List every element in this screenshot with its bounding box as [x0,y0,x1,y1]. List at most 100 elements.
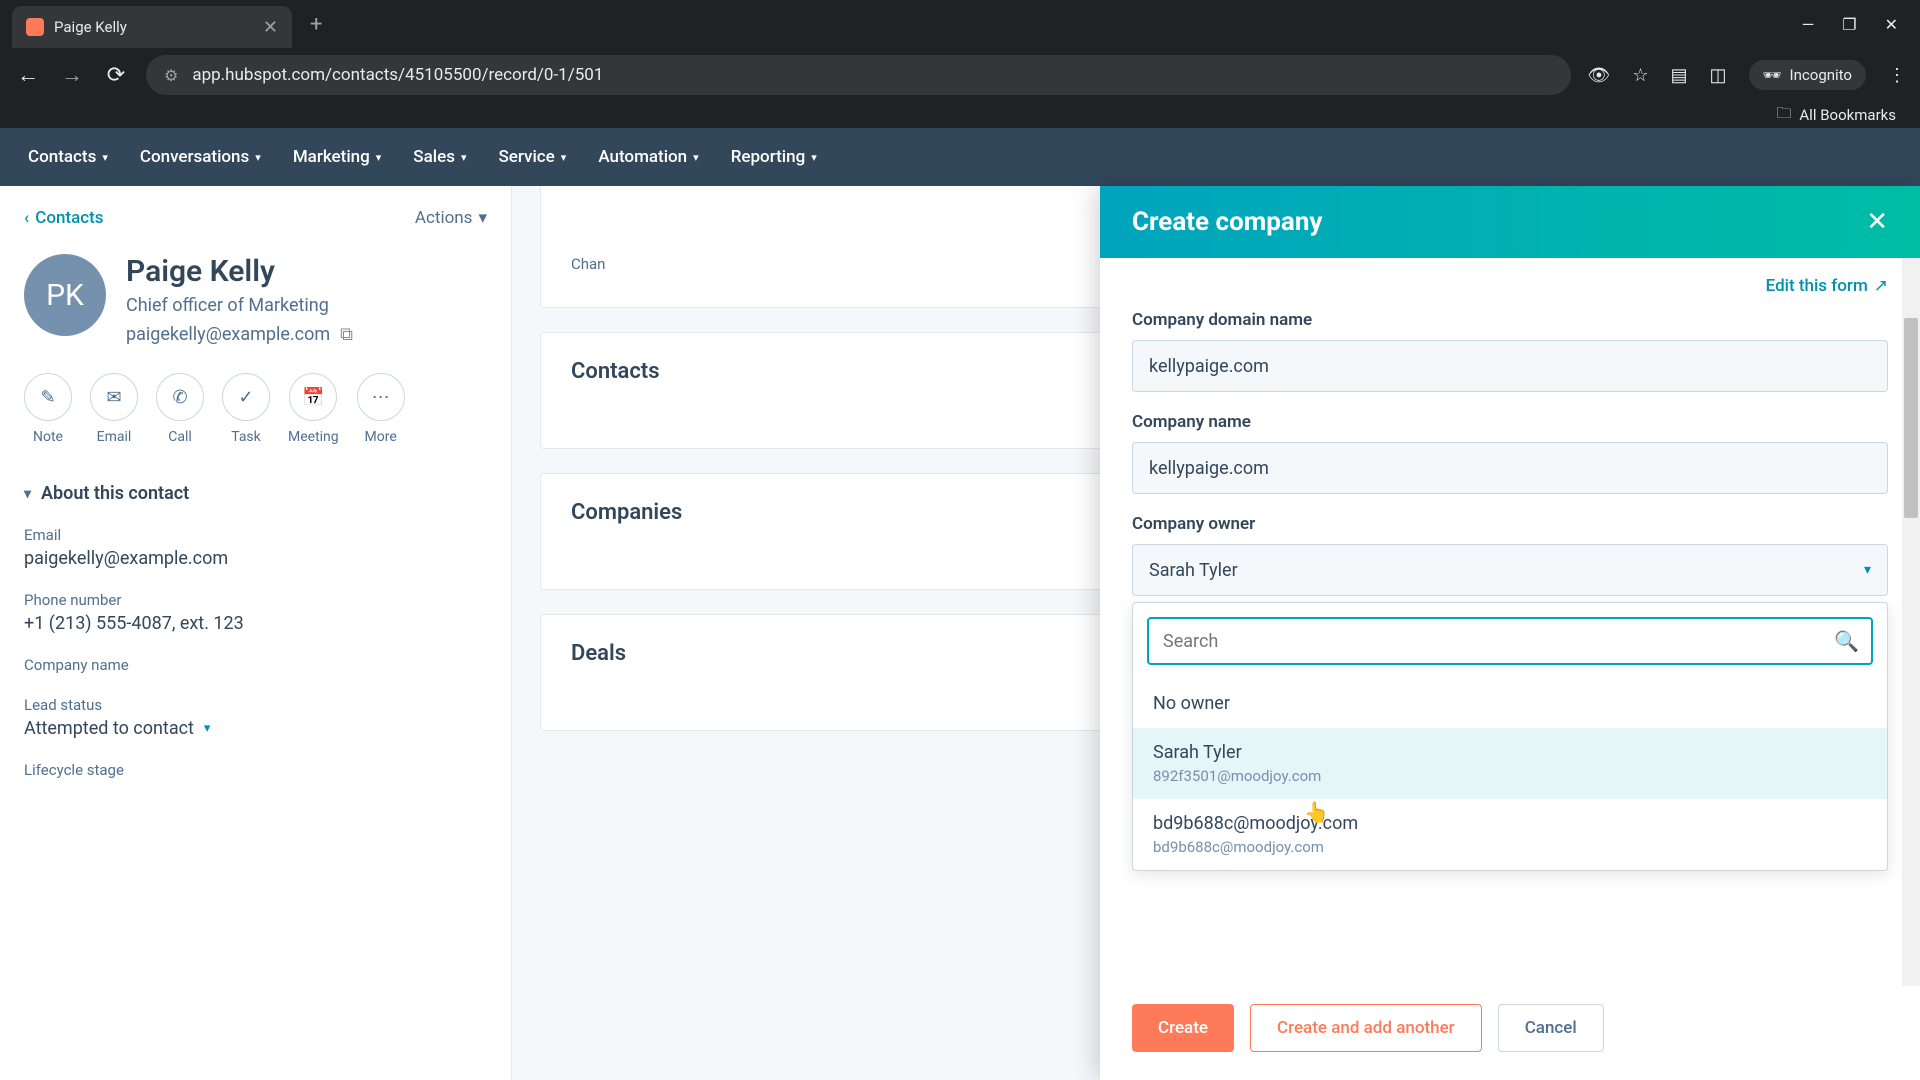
main-layout: ‹ Contacts Actions ▾ PK Paige Kelly Chie… [0,186,1920,1080]
owner-option-bd9[interactable]: bd9b688c@moodjoy.com bd9b688c@moodjoy.co… [1133,799,1887,870]
nav-conversations[interactable]: Conversations▾ [140,147,261,167]
chevron-down-icon: ▾ [204,721,211,736]
minimize-icon[interactable]: ― [1802,15,1815,34]
panel-footer: Create Create and add another Cancel [1100,986,1920,1080]
chevron-down-icon: ▾ [1864,562,1871,578]
domain-label: Company domain name [1132,310,1888,330]
contact-sidebar: ‹ Contacts Actions ▾ PK Paige Kelly Chie… [0,186,512,1080]
note-button[interactable]: ✎Note [24,373,72,445]
browser-toolbar: ← → ⟳ ⚙ app.hubspot.com/contacts/4510550… [0,48,1920,102]
owner-option-sarah[interactable]: Sarah Tyler 892f3501@moodjoy.com [1133,728,1887,799]
contact-title: Chief officer of Marketing [126,295,353,316]
owner-option-none[interactable]: No owner [1133,679,1887,728]
scrollbar-thumb[interactable] [1904,318,1918,518]
all-bookmarks-link[interactable]: All Bookmarks [1799,106,1896,124]
chevron-down-icon: ▾ [24,486,31,502]
close-panel-icon[interactable]: ✕ [1866,207,1888,237]
chevron-down-icon: ▾ [461,151,467,164]
meeting-button[interactable]: 📅Meeting [288,373,339,445]
browser-tab[interactable]: Paige Kelly ✕ [12,6,292,48]
field-company-name: Company name [24,656,487,674]
copy-icon[interactable]: ⧉ [340,324,353,345]
site-info-icon[interactable]: ⚙ [164,66,178,85]
hubspot-favicon [26,18,44,36]
tab-close-icon[interactable]: ✕ [263,17,278,38]
quick-actions: ✎Note ✉Email ✆Call ✓Task 📅Meeting ⋯More [24,373,487,445]
field-email: Email paigekelly@example.com [24,526,487,569]
panel-scrollbar[interactable] [1902,258,1920,986]
owner-value: Sarah Tyler [1149,560,1238,581]
more-button[interactable]: ⋯More [357,373,405,445]
search-icon[interactable]: 🔍 [1834,629,1859,653]
email-button[interactable]: ✉Email [90,373,138,445]
incognito-badge[interactable]: 🕶 Incognito [1749,60,1867,90]
create-add-another-button[interactable]: Create and add another [1250,1004,1482,1052]
reading-list-icon[interactable]: ▤ [1670,65,1687,86]
side-panel-icon[interactable]: ◫ [1709,65,1726,86]
nav-contacts[interactable]: Contacts▾ [28,147,108,167]
contact-email-row: paigekelly@example.com ⧉ [126,324,353,345]
contact-name: Paige Kelly [126,254,353,289]
app-nav: Contacts▾ Conversations▾ Marketing▾ Sale… [0,128,1920,186]
maximize-icon[interactable]: ❐ [1842,15,1856,34]
field-company-owner: Company owner Sarah Tyler ▾ 👆 🔍 No owner [1132,514,1888,871]
lead-status-select[interactable]: Attempted to contact ▾ [24,718,210,739]
owner-label: Company owner [1132,514,1888,534]
field-phone: Phone number +1 (213) 555-4087, ext. 123 [24,591,487,634]
create-company-panel: Create company ✕ Edit this form ↗ Compan… [1100,186,1920,1080]
bookmarks-bar: 🗀 All Bookmarks [0,102,1920,128]
nav-marketing[interactable]: Marketing▾ [293,147,381,167]
owner-select[interactable]: Sarah Tyler ▾ [1132,544,1888,596]
toolbar-right: 👁 ☆ ▤ ◫ 🕶 Incognito ⋮ [1587,60,1906,90]
nav-sales[interactable]: Sales▾ [413,147,466,167]
call-button[interactable]: ✆Call [156,373,204,445]
forward-button[interactable]: → [58,61,86,89]
kebab-menu-icon[interactable]: ⋮ [1888,65,1906,86]
cancel-button[interactable]: Cancel [1498,1004,1604,1052]
contact-info: Paige Kelly Chief officer of Marketing p… [126,254,353,345]
contact-email: paigekelly@example.com [126,324,330,345]
nav-reporting[interactable]: Reporting▾ [731,147,817,167]
bookmark-star-icon[interactable]: ☆ [1632,65,1648,86]
actions-dropdown[interactable]: Actions ▾ [415,208,487,228]
tab-title: Paige Kelly [54,18,251,36]
panel-title: Create company [1132,207,1323,237]
contact-header: PK Paige Kelly Chief officer of Marketin… [24,254,487,345]
chevron-down-icon: ▾ [478,208,487,228]
reload-button[interactable]: ⟳ [102,61,130,89]
name-input[interactable] [1132,442,1888,494]
create-button[interactable]: Create [1132,1004,1234,1052]
call-icon: ✆ [156,373,204,421]
edit-form-link[interactable]: Edit this form ↗ [1132,276,1888,296]
url-bar[interactable]: ⚙ app.hubspot.com/contacts/45105500/reco… [146,55,1571,95]
owner-search-input[interactable] [1147,617,1873,665]
nav-service[interactable]: Service▾ [498,147,566,167]
external-link-icon: ↗ [1874,276,1888,296]
chevron-down-icon: ▾ [255,151,261,164]
back-to-contacts-link[interactable]: ‹ Contacts [24,208,104,228]
chevron-left-icon: ‹ [24,208,29,228]
task-icon: ✓ [222,373,270,421]
panel-body: Edit this form ↗ Company domain name Com… [1100,258,1920,986]
chevron-down-icon: ▾ [376,151,382,164]
domain-input[interactable] [1132,340,1888,392]
field-company-domain: Company domain name [1132,310,1888,392]
meeting-icon: 📅 [289,373,337,421]
dropdown-search-wrap: 🔍 [1133,603,1887,679]
about-section-toggle[interactable]: ▾ About this contact [24,483,487,504]
note-icon: ✎ [24,373,72,421]
chevron-down-icon: ▾ [102,151,108,164]
eye-off-icon[interactable]: 👁 [1587,65,1610,86]
task-button[interactable]: ✓Task [222,373,270,445]
incognito-label: Incognito [1790,66,1852,84]
back-button[interactable]: ← [14,61,42,89]
field-company-name-panel: Company name [1132,412,1888,494]
browser-chrome: Paige Kelly ✕ + ― ❐ ✕ ← → ⟳ ⚙ app.hubspo… [0,0,1920,128]
url-text: app.hubspot.com/contacts/45105500/record… [192,65,603,85]
close-window-icon[interactable]: ✕ [1885,15,1898,34]
window-controls: ― ❐ ✕ [1802,15,1920,34]
chevron-down-icon: ▾ [693,151,699,164]
avatar[interactable]: PK [24,254,106,336]
nav-automation[interactable]: Automation▾ [598,147,698,167]
new-tab-button[interactable]: + [310,12,322,37]
